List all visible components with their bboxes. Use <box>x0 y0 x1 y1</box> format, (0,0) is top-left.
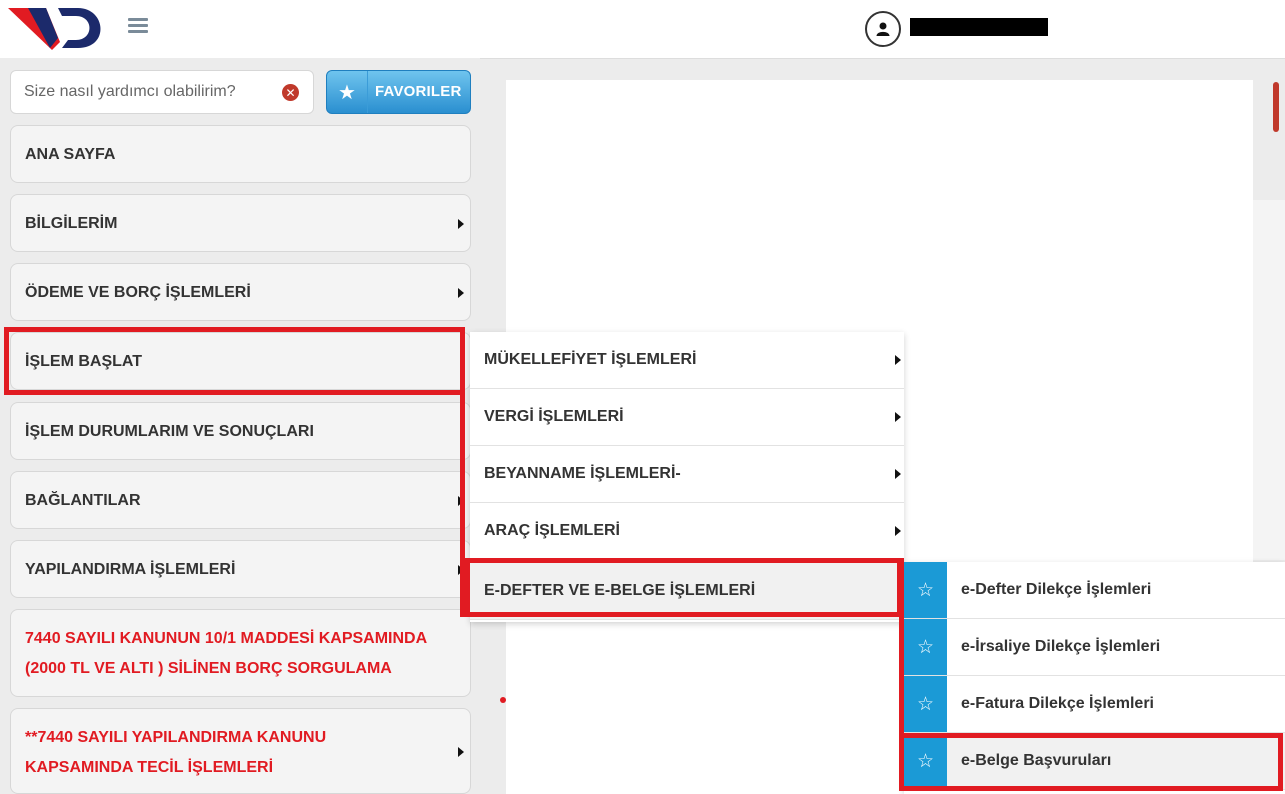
scroll-indicator[interactable] <box>1273 82 1279 132</box>
vd-logo[interactable] <box>6 2 116 54</box>
user-icon[interactable] <box>865 11 901 47</box>
submenu-item-label: E-DEFTER VE E-BELGE İŞLEMLERİ <box>484 582 756 599</box>
chevron-right-icon <box>895 412 901 422</box>
content-right-edge <box>1253 200 1285 560</box>
star-outline-icon[interactable]: ☆ <box>904 676 947 732</box>
sidebar-item-tecil-islemleri[interactable]: **7440 SAYILI YAPILANDIRMA KANUNU KAPSAM… <box>10 708 471 794</box>
star-icon: ★ <box>327 71 368 113</box>
sidebar-item-label: YAPILANDIRMA İŞLEMLERİ <box>25 561 236 578</box>
sidebar-item-islem-baslat[interactable]: İŞLEM BAŞLAT <box>10 332 471 390</box>
top-bar <box>0 0 1285 59</box>
hamburger-icon[interactable] <box>128 18 148 36</box>
submenu-item-beyanname[interactable]: BEYANNAME İŞLEMLERİ- <box>470 446 904 503</box>
chevron-right-icon <box>458 219 464 229</box>
submenu-item-mukellefiyet[interactable]: MÜKELLEFİYET İŞLEMLERİ <box>470 332 904 389</box>
submenu2-item-efatura-dilekce[interactable]: ☆ e-Fatura Dilekçe İşlemleri <box>904 676 1285 733</box>
sidebar-item-yapilandirma[interactable]: YAPILANDIRMA İŞLEMLERİ <box>10 540 471 598</box>
submenu2-item-label: e-Fatura Dilekçe İşlemleri <box>961 695 1154 712</box>
sidebar-item-label: BAĞLANTILAR <box>25 492 141 509</box>
clear-search-icon[interactable]: ✕ <box>282 84 299 101</box>
red-dot-marker <box>500 697 506 703</box>
submenu2-item-eirsaliye-dilekce[interactable]: ☆ e-İrsaliye Dilekçe İşlemleri <box>904 619 1285 676</box>
sidebar-item-islem-durumlarim[interactable]: İŞLEM DURUMLARIM VE SONUÇLARI <box>10 402 471 460</box>
sidebar-item-label: ANA SAYFA <box>25 146 116 163</box>
sidebar-item-label-line1: **7440 SAYILI YAPILANDIRMA KANUNU <box>25 729 327 746</box>
search-input[interactable] <box>22 82 276 102</box>
favorites-button[interactable]: ★ FAVORILER <box>326 70 471 114</box>
sidebar-item-label: ÖDEME VE BORÇ İŞLEMLERİ <box>25 284 251 301</box>
star-outline-icon[interactable]: ☆ <box>904 733 947 789</box>
redacted-username <box>910 18 1048 36</box>
sidebar-item-bilgilerim[interactable]: BİLGİLERİM <box>10 194 471 252</box>
submenu2-item-ebelge-basvurulari[interactable]: ☆ e-Belge Başvuruları <box>904 733 1285 790</box>
submenu2-item-edefter-dilekce[interactable]: ☆ e-Defter Dilekçe İşlemleri <box>904 562 1285 619</box>
sidebar-item-label: BİLGİLERİM <box>25 215 118 232</box>
submenu2-item-label: e-Belge Başvuruları <box>961 752 1112 769</box>
sidebar-item-label: İŞLEM BAŞLAT <box>25 353 143 370</box>
chevron-right-icon <box>458 565 464 575</box>
submenu2-item-label: e-Defter Dilekçe İşlemleri <box>961 581 1152 598</box>
chevron-right-icon <box>895 526 901 536</box>
submenu-item-label: BEYANNAME İŞLEMLERİ- <box>484 465 681 482</box>
submenu-item-label: MÜKELLEFİYET İŞLEMLERİ <box>484 351 697 368</box>
edefter-ebelge-submenu: ☆ e-Defter Dilekçe İşlemleri ☆ e-İrsaliy… <box>904 562 1285 794</box>
sidebar-item-label: İŞLEM DURUMLARIM VE SONUÇLARI <box>25 423 314 440</box>
sidebar-item-silinen-borc-sorgulama[interactable]: 7440 SAYILI KANUNUN 10/1 MADDESİ KAPSAMI… <box>10 609 471 697</box>
submenu-item-vergi[interactable]: VERGİ İŞLEMLERİ <box>470 389 904 446</box>
chevron-right-icon <box>458 747 464 757</box>
chevron-right-icon <box>895 469 901 479</box>
sidebar-item-odeme-borc[interactable]: ÖDEME VE BORÇ İŞLEMLERİ <box>10 263 471 321</box>
chevron-right-icon <box>895 355 901 365</box>
submenu-item-label: ARAÇ İŞLEMLERİ <box>484 522 620 539</box>
submenu-item-edefter-ebelge[interactable]: E-DEFTER VE E-BELGE İŞLEMLERİ <box>470 563 904 620</box>
sidebar-item-baglantilar[interactable]: BAĞLANTILAR <box>10 471 471 529</box>
chevron-right-icon <box>458 496 464 506</box>
search-box[interactable]: ✕ <box>10 70 314 114</box>
submenu-item-label: VERGİ İŞLEMLERİ <box>484 408 624 425</box>
sidebar-item-label-line2: KAPSAMINDA TECİL İŞLEMLERİ <box>25 759 274 776</box>
sidebar-item-ana-sayfa[interactable]: ANA SAYFA <box>10 125 471 183</box>
sidebar-item-label-line2: (2000 TL VE ALTI ) SİLİNEN BORÇ SORGULAM… <box>25 660 392 677</box>
star-outline-icon[interactable]: ☆ <box>904 619 947 675</box>
islem-baslat-submenu: MÜKELLEFİYET İŞLEMLERİ VERGİ İŞLEMLERİ B… <box>470 332 904 622</box>
submenu-item-arac[interactable]: ARAÇ İŞLEMLERİ <box>470 503 904 560</box>
submenu2-item-label: e-İrsaliye Dilekçe İşlemleri <box>961 638 1161 655</box>
chevron-right-icon <box>458 288 464 298</box>
star-outline-icon[interactable]: ☆ <box>904 562 947 618</box>
sidebar-item-label-line1: 7440 SAYILI KANUNUN 10/1 MADDESİ KAPSAMI… <box>25 630 428 647</box>
favorites-label: FAVORILER <box>375 83 462 100</box>
